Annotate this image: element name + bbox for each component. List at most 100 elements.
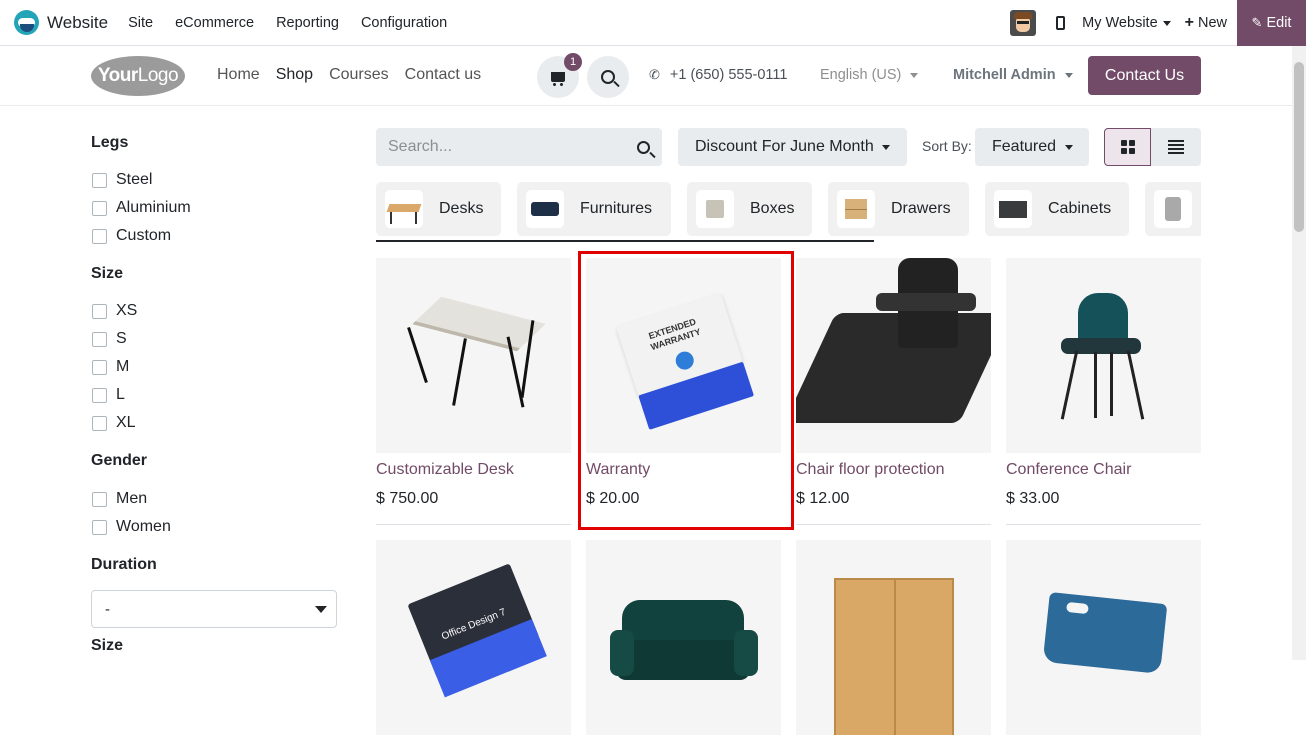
product-card-customizable-desk[interactable]: Customizable Desk $ 750.00 [376, 258, 571, 525]
product-image-armchair[interactable] [586, 540, 781, 735]
filter-option-custom[interactable]: Custom [92, 227, 171, 245]
category-desks[interactable]: Desks [376, 182, 501, 236]
list-view-button[interactable] [1151, 128, 1201, 166]
language-label: English (US) [820, 67, 902, 83]
cart-icon [551, 72, 565, 86]
checkbox[interactable] [92, 359, 107, 375]
filter-option-men[interactable]: Men [92, 490, 147, 508]
category-label: Desks [439, 200, 484, 217]
search-icon[interactable] [637, 140, 650, 154]
filter-title-legs: Legs [91, 134, 129, 151]
main-nav: Home Shop Courses Contact us [217, 66, 497, 84]
divider [796, 524, 991, 525]
filter-option-label: XL [116, 414, 136, 431]
checkbox[interactable] [92, 387, 107, 403]
filter-option-s[interactable]: S [92, 330, 127, 348]
checkbox[interactable] [92, 491, 107, 507]
filter-option-label: L [116, 386, 125, 403]
category-label: Boxes [750, 200, 795, 217]
product-image-cabinet[interactable] [796, 540, 991, 735]
checkbox[interactable] [92, 172, 107, 188]
menu-site[interactable]: Site [128, 15, 153, 31]
product-image-office-design[interactable]: Office Design 7 [376, 540, 571, 735]
product-card-armchair[interactable] [586, 540, 781, 735]
category-label: Drawers [891, 200, 951, 217]
checkbox[interactable] [92, 519, 107, 535]
nav-courses[interactable]: Courses [329, 66, 389, 84]
filter-option-m[interactable]: M [92, 358, 129, 376]
contact-us-button[interactable]: Contact Us [1088, 56, 1201, 95]
checkbox[interactable] [92, 200, 107, 216]
product-image-storage-box[interactable] [1006, 540, 1201, 735]
product-image-desk[interactable] [376, 258, 571, 453]
product-card-conference-chair[interactable]: Conference Chair $ 33.00 [1006, 258, 1201, 525]
filter-option-xl[interactable]: XL [92, 414, 136, 432]
filter-option-l[interactable]: L [92, 386, 125, 404]
user-name: Mitchell Admin [953, 67, 1056, 83]
category-cabinets[interactable]: Cabinets [985, 182, 1129, 236]
duration-select-value: - [105, 600, 110, 618]
grid-view-button[interactable] [1104, 128, 1151, 166]
website-switcher-label: My Website [1082, 15, 1158, 31]
caret-down-icon [910, 72, 919, 78]
scrollbar-thumb[interactable] [1294, 62, 1304, 232]
website-switcher[interactable]: My Website [1082, 15, 1171, 31]
product-image-conference-chair[interactable] [1006, 258, 1201, 453]
product-card-cabinet[interactable] [796, 540, 991, 735]
category-drawers[interactable]: Drawers [828, 182, 969, 236]
phone-icon: ✆ [649, 67, 660, 82]
filter-option-women[interactable]: Women [92, 518, 171, 536]
plus-icon: + [1184, 14, 1194, 31]
odoo-app-icon[interactable] [14, 10, 39, 35]
cart-count-badge: 1 [564, 53, 582, 71]
phone-number[interactable]: ✆ +1 (650) 555-0111 [649, 67, 787, 83]
language-selector[interactable]: English (US) [820, 67, 919, 83]
sofa-thumbnail [526, 190, 564, 228]
filter-option-xs[interactable]: XS [92, 302, 137, 320]
nav-contact-us[interactable]: Contact us [405, 66, 481, 84]
nav-shop[interactable]: Shop [276, 66, 313, 84]
checkbox[interactable] [92, 415, 107, 431]
edit-button[interactable]: ✎ Edit [1237, 0, 1306, 46]
nav-home[interactable]: Home [217, 66, 260, 84]
filter-title-size-2: Size [91, 637, 124, 654]
filter-title-size: Size [91, 265, 124, 282]
user-menu[interactable]: Mitchell Admin [953, 67, 1073, 83]
filter-option-label: Men [116, 490, 148, 507]
product-search-input[interactable]: Search... [376, 128, 662, 166]
header-search-button[interactable] [587, 56, 629, 98]
category-next-partial[interactable] [1145, 182, 1201, 236]
product-card-office-design[interactable]: Office Design 7 [376, 540, 571, 735]
product-name[interactable]: Chair floor protection [796, 461, 945, 479]
product-card-storage-box[interactable] [1006, 540, 1201, 735]
product-card-chair-floor-protection[interactable]: Chair floor protection $ 12.00 [796, 258, 991, 525]
mobile-preview-icon[interactable] [1056, 16, 1066, 30]
category-label: Cabinets [1048, 200, 1112, 217]
category-furnitures[interactable]: Furnitures [517, 182, 671, 236]
divider [376, 524, 571, 525]
sort-dropdown[interactable]: Featured [975, 128, 1089, 166]
new-button[interactable]: + New [1185, 14, 1227, 32]
checkbox[interactable] [92, 228, 107, 244]
menu-ecommerce[interactable]: eCommerce [175, 15, 254, 31]
caret-down-icon [1065, 144, 1074, 150]
checkbox[interactable] [92, 303, 107, 319]
duration-select[interactable]: - [91, 590, 337, 628]
user-avatar-icon[interactable] [1010, 10, 1037, 36]
category-boxes[interactable]: Boxes [687, 182, 812, 236]
product-name[interactable]: Conference Chair [1006, 461, 1131, 479]
menu-configuration[interactable]: Configuration [361, 15, 447, 31]
pricelist-dropdown[interactable]: Discount For June Month [678, 128, 907, 166]
menu-reporting[interactable]: Reporting [276, 15, 339, 31]
filter-option-steel[interactable]: Steel [92, 171, 152, 189]
app-title[interactable]: Website [47, 13, 108, 33]
product-image-floor-protection[interactable] [796, 258, 991, 453]
admin-right-tools: My Website + New ✎ Edit [1010, 0, 1306, 46]
site-logo[interactable]: Your Logo [91, 56, 185, 96]
product-name[interactable]: Customizable Desk [376, 461, 514, 479]
desk-thumbnail [385, 190, 423, 228]
checkbox[interactable] [92, 331, 107, 347]
filter-option-aluminium[interactable]: Aluminium [92, 199, 191, 217]
page-scrollbar[interactable] [1292, 46, 1306, 660]
list-icon [1168, 140, 1184, 142]
